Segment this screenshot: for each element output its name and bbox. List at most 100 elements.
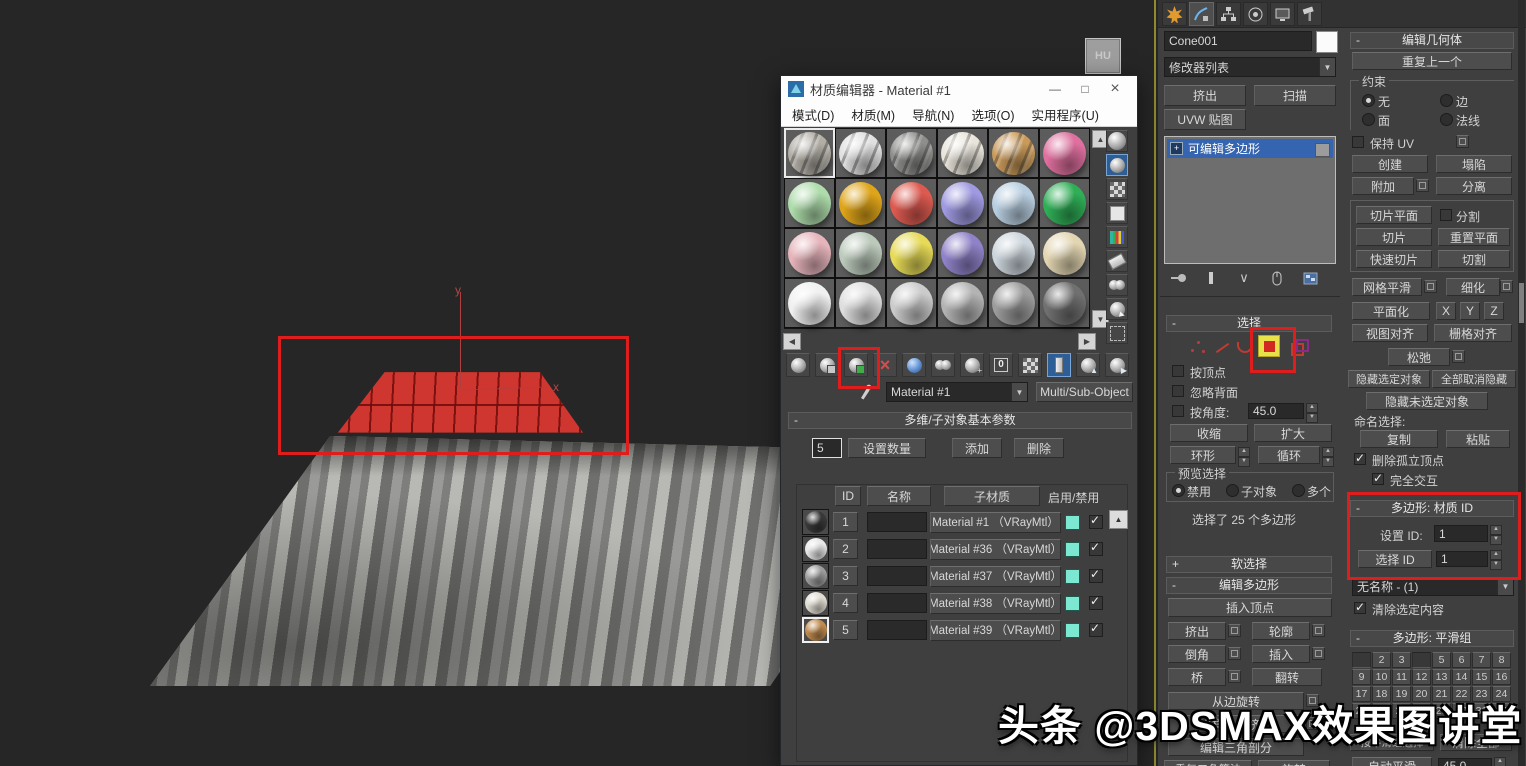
smoothing-group-button[interactable]: 2: [1372, 652, 1391, 668]
extrude-button[interactable]: 挤出: [1168, 622, 1226, 640]
grid-align-button[interactable]: 栅格对齐: [1434, 324, 1512, 342]
show-map-in-viewport-icon[interactable]: [1018, 353, 1042, 377]
smoothing-group-button[interactable]: 3: [1392, 652, 1411, 668]
attach-settings-icon[interactable]: [1416, 179, 1429, 192]
constraint-none-radio[interactable]: [1362, 94, 1375, 107]
split-checkbox[interactable]: [1440, 209, 1452, 221]
sub-material-button[interactable]: Material #39 （VRayMtl）: [930, 620, 1061, 641]
inset-button[interactable]: 插入: [1252, 645, 1310, 663]
smoothing-group-button[interactable]: 8: [1492, 652, 1511, 668]
tab-utilities[interactable]: [1297, 2, 1322, 26]
preserve-uv-settings-icon[interactable]: [1456, 135, 1469, 148]
planar-z-button[interactable]: Z: [1484, 302, 1504, 320]
sub-material-name-field[interactable]: [867, 539, 927, 559]
scrollbar-thumb[interactable]: [1519, 283, 1524, 323]
outline-settings-icon[interactable]: [1312, 624, 1325, 637]
enable-checkbox[interactable]: [1089, 569, 1103, 583]
rollout-multi-sub-params[interactable]: - 多维/子对象基本参数: [788, 412, 1132, 429]
polygon-subobject-icon[interactable]: [1258, 335, 1280, 357]
smoothing-group-button[interactable]: 7: [1472, 652, 1491, 668]
material-sample-slot[interactable]: [1039, 278, 1090, 328]
sub-material-thumbnail[interactable]: [802, 563, 829, 589]
material-sample-slot[interactable]: [784, 128, 835, 178]
show-end-result-icon[interactable]: [1201, 268, 1221, 288]
smoothing-group-button[interactable]: [1412, 652, 1431, 668]
constraint-edge-radio[interactable]: [1440, 94, 1453, 107]
detach-button[interactable]: 分离: [1436, 177, 1512, 195]
get-material-icon[interactable]: [786, 353, 810, 377]
sort-submaterial-button[interactable]: 子材质: [944, 486, 1040, 506]
bevel-button[interactable]: 倒角: [1168, 645, 1226, 663]
loop-button[interactable]: 循环: [1258, 446, 1320, 464]
outline-button[interactable]: 轮廓: [1252, 622, 1310, 640]
minimize-button[interactable]: —: [1040, 78, 1070, 100]
grow-button[interactable]: 扩大: [1254, 424, 1332, 442]
rollout-polygon-material-id[interactable]: - 多边形: 材质 ID: [1350, 500, 1514, 517]
rollout-selection[interactable]: - 选择: [1166, 315, 1332, 332]
slot-scroll-left-icon[interactable]: ◀: [783, 333, 801, 350]
extrude-modifier-button[interactable]: 挤出: [1164, 85, 1246, 106]
uv-tiling-icon[interactable]: [1106, 202, 1128, 224]
rollout-polygon-smoothing-groups[interactable]: - 多边形: 平滑组: [1350, 630, 1514, 647]
material-count-field[interactable]: 5: [812, 438, 842, 458]
extrude-settings-icon[interactable]: [1228, 624, 1241, 637]
sub-material-thumbnail[interactable]: [802, 617, 829, 643]
select-by-material-icon[interactable]: ▲: [1106, 298, 1128, 320]
material-sample-slot[interactable]: [1039, 128, 1090, 178]
sub-material-color-swatch[interactable]: [1065, 515, 1080, 530]
slot-scroll-right-icon[interactable]: ▶: [1078, 333, 1096, 350]
material-sample-slot[interactable]: [937, 178, 988, 228]
menu-item[interactable]: 实用程序(U): [1032, 105, 1099, 124]
edge-subobject-icon[interactable]: [1212, 338, 1234, 358]
delete-material-icon[interactable]: ×: [873, 353, 897, 377]
sub-material-name-field[interactable]: [867, 566, 927, 586]
sub-material-thumbnail[interactable]: [802, 509, 829, 535]
enable-checkbox[interactable]: [1089, 542, 1103, 556]
smoothing-group-button[interactable]: 16: [1492, 669, 1511, 685]
sweep-modifier-button[interactable]: 扫描: [1254, 85, 1336, 106]
insert-vertex-button[interactable]: 插入顶点: [1168, 598, 1332, 617]
select-id-spinner[interactable]: ▲▼: [1490, 550, 1502, 570]
tessellate-button[interactable]: 细化: [1446, 278, 1500, 296]
visibility-toggle-icon[interactable]: [1315, 143, 1330, 157]
stack-item-editable-poly[interactable]: + 可编辑多边形: [1167, 139, 1333, 158]
element-subobject-icon[interactable]: [1288, 337, 1310, 357]
sub-material-button[interactable]: Material #38 （VRayMtl）: [930, 593, 1061, 614]
material-sample-slot[interactable]: [886, 228, 937, 278]
full-interactivity-checkbox[interactable]: [1372, 473, 1384, 485]
sub-material-id-button[interactable]: 4: [833, 593, 858, 613]
material-sample-slot[interactable]: [784, 228, 835, 278]
planar-y-button[interactable]: Y: [1460, 302, 1480, 320]
material-sample-slot[interactable]: [835, 228, 886, 278]
smoothing-group-button[interactable]: 5: [1432, 652, 1451, 668]
make-planar-button[interactable]: 平面化: [1352, 302, 1430, 320]
enable-checkbox[interactable]: [1089, 596, 1103, 610]
material-sample-slot[interactable]: [937, 128, 988, 178]
clear-selection-checkbox[interactable]: [1354, 602, 1366, 614]
reset-maps-icon[interactable]: [902, 353, 926, 377]
checker-background-icon[interactable]: [1106, 178, 1128, 200]
background-icon[interactable]: [1106, 154, 1128, 176]
go-to-parent-icon[interactable]: ▲: [1076, 353, 1100, 377]
material-type-button[interactable]: Multi/Sub-Object: [1036, 382, 1133, 402]
menu-item[interactable]: 导航(N): [912, 105, 954, 124]
sub-material-button[interactable]: Material #1 （VRayMtl）: [930, 512, 1061, 533]
material-sample-slot[interactable]: [835, 178, 886, 228]
select-id-button[interactable]: 选择 ID: [1358, 550, 1432, 568]
material-sample-slot[interactable]: [886, 178, 937, 228]
tab-display[interactable]: [1270, 2, 1295, 26]
view-align-button[interactable]: 视图对齐: [1352, 324, 1428, 342]
vertex-subobject-icon[interactable]: [1188, 337, 1210, 357]
angle-spinner[interactable]: ▲▼: [1306, 403, 1318, 423]
smoothing-group-button[interactable]: 15: [1472, 669, 1491, 685]
material-name-dropdown[interactable]: Material #1 ▼: [886, 382, 1028, 402]
smoothing-group-button[interactable]: [1352, 652, 1371, 668]
rollout-edit-geometry[interactable]: - 编辑几何体: [1350, 32, 1514, 49]
ring-button[interactable]: 环形: [1170, 446, 1236, 464]
rollout-edit-polygons[interactable]: - 编辑多边形: [1166, 577, 1332, 594]
shrink-button[interactable]: 收缩: [1170, 424, 1248, 442]
material-editor-titlebar[interactable]: 材质编辑器 - Material #1 — □ ×: [781, 76, 1137, 102]
eyedropper-icon[interactable]: [858, 382, 873, 404]
smoothing-group-button[interactable]: 14: [1452, 669, 1471, 685]
bevel-settings-icon[interactable]: [1228, 647, 1241, 660]
